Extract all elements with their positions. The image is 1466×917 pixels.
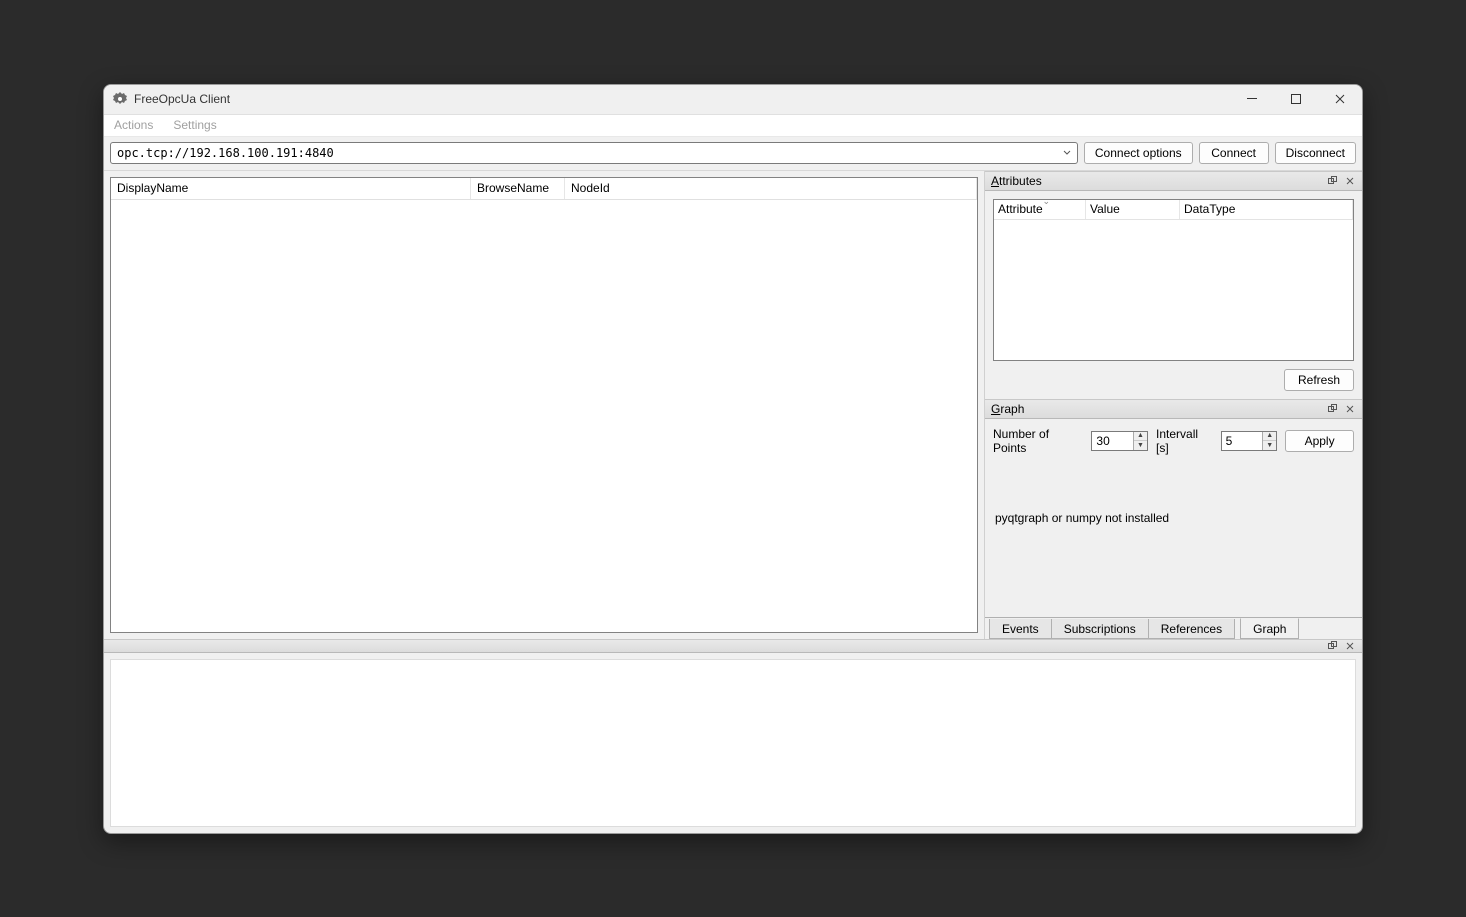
- spin-up-icon[interactable]: ▲: [1134, 432, 1147, 441]
- log-box[interactable]: [110, 659, 1356, 827]
- sort-indicator-icon: ⌄: [1042, 196, 1050, 207]
- connect-button[interactable]: Connect: [1199, 142, 1269, 164]
- attributes-body: Attribute ⌄ Value DataType Refresh: [985, 191, 1362, 399]
- titlebar: FreeOpcUa Client: [104, 85, 1362, 115]
- tree-pane: DisplayName BrowseName NodeId: [104, 171, 984, 639]
- tree-header-displayname[interactable]: DisplayName: [111, 178, 471, 199]
- tab-subscriptions[interactable]: Subscriptions: [1051, 619, 1149, 639]
- graph-message: pyqtgraph or numpy not installed: [985, 505, 1362, 531]
- attributes-header-row: Attribute ⌄ Value DataType: [994, 200, 1353, 220]
- num-points-spinner[interactable]: ▲ ▼: [1091, 431, 1148, 451]
- attributes-header-value[interactable]: Value: [1086, 200, 1180, 219]
- toolbar: Connect options Connect Disconnect: [104, 137, 1362, 171]
- interval-label: Intervall [s]: [1156, 427, 1213, 455]
- refresh-button[interactable]: Refresh: [1284, 369, 1354, 391]
- log-dock-header: [104, 639, 1362, 653]
- close-button[interactable]: [1318, 85, 1362, 114]
- num-points-input[interactable]: [1092, 434, 1133, 448]
- attributes-dock: Attributes Attribute ⌄ Value: [985, 171, 1362, 399]
- attributes-dock-header: Attributes: [985, 171, 1362, 191]
- graph-controls: Number of Points ▲ ▼ Intervall [s]: [985, 419, 1362, 463]
- graph-dock-header: Graph: [985, 399, 1362, 419]
- interval-input[interactable]: [1222, 434, 1263, 448]
- right-pane: Attributes Attribute ⌄ Value: [984, 171, 1362, 639]
- menu-actions[interactable]: Actions: [110, 116, 157, 134]
- attributes-title: Attributes: [991, 174, 1324, 188]
- close-icon[interactable]: [1342, 638, 1358, 654]
- dock-tabs: Events Subscriptions References Graph: [985, 617, 1362, 639]
- attributes-header-attribute[interactable]: Attribute ⌄: [994, 200, 1086, 219]
- app-window: FreeOpcUa Client Actions Settings Connec…: [103, 84, 1363, 834]
- spin-down-icon[interactable]: ▼: [1134, 441, 1147, 450]
- app-icon: [112, 91, 128, 107]
- menu-settings[interactable]: Settings: [169, 116, 220, 134]
- float-icon[interactable]: [1324, 173, 1340, 189]
- spin-up-icon[interactable]: ▲: [1263, 432, 1276, 441]
- main-split: DisplayName BrowseName NodeId Attributes: [104, 171, 1362, 639]
- minimize-button[interactable]: [1230, 85, 1274, 114]
- attributes-table[interactable]: Attribute ⌄ Value DataType: [993, 199, 1354, 361]
- float-icon[interactable]: [1324, 638, 1340, 654]
- tab-references[interactable]: References: [1148, 619, 1235, 639]
- tree-header-browsename[interactable]: BrowseName: [471, 178, 565, 199]
- close-icon[interactable]: [1342, 401, 1358, 417]
- window-title: FreeOpcUa Client: [134, 92, 1230, 106]
- graph-body: Number of Points ▲ ▼ Intervall [s]: [985, 419, 1362, 639]
- address-input[interactable]: [117, 146, 1059, 160]
- connect-options-button[interactable]: Connect options: [1084, 142, 1193, 164]
- float-icon[interactable]: [1324, 401, 1340, 417]
- apply-button[interactable]: Apply: [1285, 430, 1354, 452]
- disconnect-button[interactable]: Disconnect: [1275, 142, 1356, 164]
- maximize-button[interactable]: [1274, 85, 1318, 114]
- graph-title: Graph: [991, 402, 1324, 416]
- log-area: [104, 653, 1362, 833]
- address-combo[interactable]: [110, 142, 1078, 164]
- tab-graph[interactable]: Graph: [1240, 618, 1299, 639]
- attributes-header-datatype[interactable]: DataType: [1180, 200, 1353, 219]
- tree-view[interactable]: DisplayName BrowseName NodeId: [110, 177, 978, 633]
- tab-events[interactable]: Events: [989, 619, 1052, 639]
- spin-down-icon[interactable]: ▼: [1263, 441, 1276, 450]
- interval-spinner[interactable]: ▲ ▼: [1221, 431, 1278, 451]
- window-controls: [1230, 85, 1362, 114]
- num-points-label: Number of Points: [993, 427, 1083, 455]
- graph-dock: Graph Number of Points ▲ ▼: [985, 399, 1362, 639]
- chevron-down-icon[interactable]: [1059, 149, 1075, 157]
- menubar: Actions Settings: [104, 115, 1362, 137]
- tree-header-nodeid[interactable]: NodeId: [565, 178, 977, 199]
- tree-header: DisplayName BrowseName NodeId: [111, 178, 977, 200]
- close-icon[interactable]: [1342, 173, 1358, 189]
